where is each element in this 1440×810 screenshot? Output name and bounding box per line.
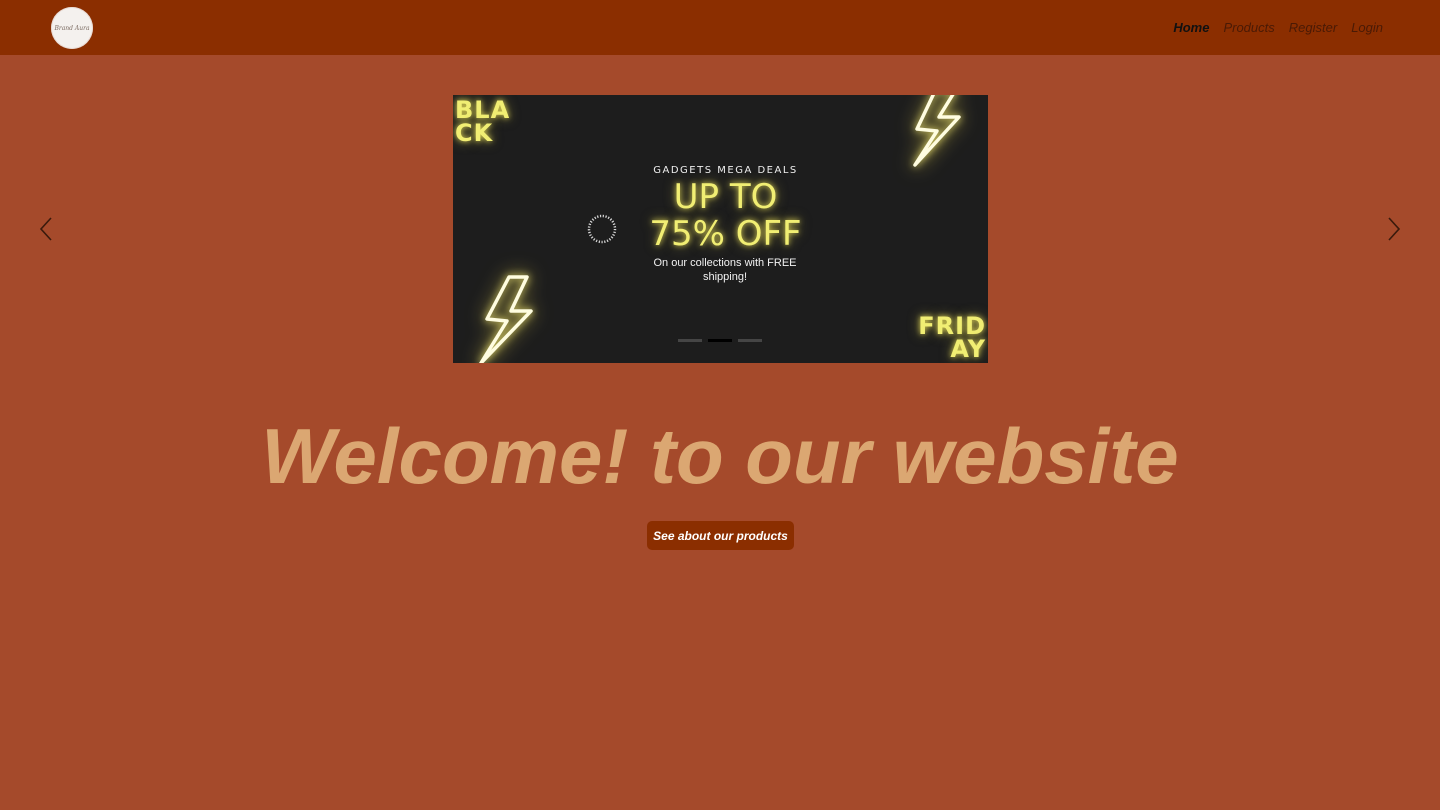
slide-headline-line2: 75% OFF: [649, 214, 802, 254]
nav-links: Home Products Register Login: [1173, 19, 1383, 37]
slide-black-text: BLA CK: [455, 98, 510, 147]
lightning-bolt-icon: [479, 275, 533, 363]
carousel-next-button[interactable]: [1381, 215, 1407, 243]
welcome-heading: Welcome! to our website: [261, 412, 1179, 500]
slide-headline: UP TO 75% OFF: [453, 179, 988, 253]
nav-home-link[interactable]: Home: [1173, 19, 1209, 37]
slide-kicker: GADGETS MEGA DEALS: [653, 165, 798, 176]
carousel-prev-button[interactable]: [33, 215, 59, 243]
nav-login-link[interactable]: Login: [1351, 19, 1383, 37]
brand-logo[interactable]: Brand Aura: [51, 7, 93, 49]
carousel-indicators: [678, 339, 762, 342]
slide-friday-line2: AY: [950, 335, 986, 363]
carousel-slide: BLA CK GADGETS MEGA DEALS UP TO 75% OFF …: [453, 95, 988, 363]
slide-subtext: On our collections with FREE shipping!: [653, 257, 797, 283]
lightning-bolt-icon: [913, 95, 961, 167]
brand-logo-text: Brand Aura: [54, 24, 90, 32]
nav-products-link[interactable]: Products: [1223, 19, 1274, 37]
chevron-right-icon: [1388, 217, 1401, 241]
navbar: Brand Aura Home Products Register Login: [0, 0, 1440, 55]
carousel-indicator-1[interactable]: [678, 339, 702, 342]
carousel-indicator-3[interactable]: [738, 339, 762, 342]
see-products-button[interactable]: See about our products: [647, 521, 794, 550]
nav-register-link[interactable]: Register: [1289, 19, 1337, 37]
chevron-left-icon: [39, 217, 52, 241]
slide-headline-line1: UP TO: [673, 177, 778, 217]
carousel-indicator-2[interactable]: [708, 339, 732, 342]
slide-friday-text: FRID AY: [918, 314, 986, 363]
slide-black-line2: CK: [455, 119, 494, 147]
